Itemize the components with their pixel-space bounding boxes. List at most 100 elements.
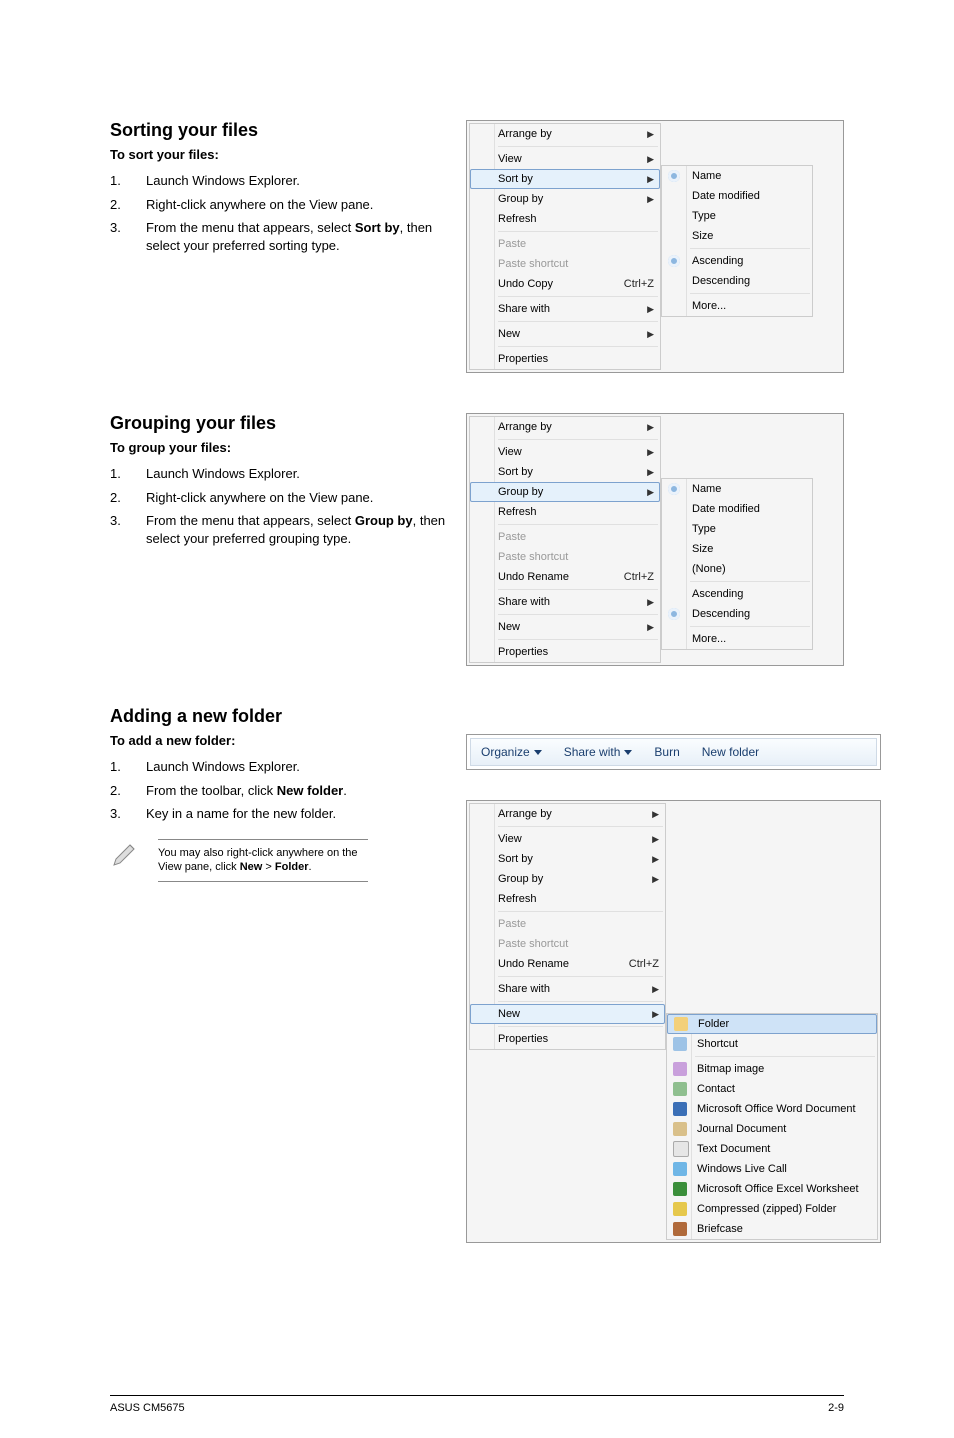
add-folder-section: Adding a new folder To add a new folder:… [110,706,844,1243]
dropdown-icon [534,750,542,755]
live-icon [673,1162,687,1176]
menu-arrange[interactable]: Arrange by▶ [470,417,660,437]
shortcut-icon [673,1037,687,1051]
menu-share[interactable]: Share with▶ [470,979,665,999]
sort-step3: From the menu that appears, select Sort … [146,219,450,254]
journal-icon [673,1122,687,1136]
briefcase-icon [673,1222,687,1236]
menu-share[interactable]: Share with▶ [470,592,660,612]
menu-props[interactable]: Properties [470,642,660,662]
note-block: You may also right-click anywhere on the… [110,839,450,883]
group-type[interactable]: Type [662,519,812,539]
page-footer: ASUS CM5675 2-9 [110,1395,844,1414]
new-bitmap[interactable]: Bitmap image [667,1059,877,1079]
menu-paste-shortcut: Paste shortcut [470,547,660,567]
group-step2: Right-click anywhere on the View pane. [146,489,450,507]
sort-step1: Launch Windows Explorer. [146,172,450,190]
menu-view[interactable]: View▶ [470,829,665,849]
sort-more[interactable]: More... [662,296,812,316]
menu-undo[interactable]: Undo RenameCtrl+Z [470,954,665,974]
sort-type[interactable]: Type [662,206,812,226]
group-desc[interactable]: Descending [662,604,812,624]
group-none[interactable]: (None) [662,559,812,579]
group-size[interactable]: Size [662,539,812,559]
group-sub: To group your files: [110,440,450,455]
group-date[interactable]: Date modified [662,499,812,519]
footer-left: ASUS CM5675 [110,1402,185,1414]
menu-new[interactable]: New▶ [470,1004,665,1024]
sort-name[interactable]: Name [662,166,812,186]
menu-groupby[interactable]: Group by▶ [470,482,660,502]
note-text: You may also right-click anywhere on the… [158,839,368,883]
menu-paste-shortcut: Paste shortcut [470,934,665,954]
menu-sortby[interactable]: Sort by▶ [470,169,660,189]
menu-undo[interactable]: Undo RenameCtrl+Z [470,567,660,587]
menu-props[interactable]: Properties [470,349,660,369]
radio-check-icon [668,255,680,267]
dropdown-icon [624,750,632,755]
sort-menu-screenshot: Arrange by▶ View▶ Sort by▶ Group by▶ Ref… [466,120,844,373]
contact-icon [673,1082,687,1096]
new-zip[interactable]: Compressed (zipped) Folder [667,1199,877,1219]
sort-asc[interactable]: Ascending [662,251,812,271]
menu-sortby[interactable]: Sort by▶ [470,462,660,482]
menu-paste: Paste [470,527,660,547]
group-step3: From the menu that appears, select Group… [146,512,450,547]
menu-undo[interactable]: Undo CopyCtrl+Z [470,274,660,294]
sort-desc[interactable]: Descending [662,271,812,291]
menu-paste: Paste [470,914,665,934]
menu-refresh[interactable]: Refresh [470,889,665,909]
group-more[interactable]: More... [662,629,812,649]
new-folder[interactable]: Folder [667,1014,877,1034]
add-sub: To add a new folder: [110,733,450,748]
menu-refresh[interactable]: Refresh [470,502,660,522]
new-journal[interactable]: Journal Document [667,1119,877,1139]
add-step3: Key in a name for the new folder. [146,805,450,823]
sort-size[interactable]: Size [662,226,812,246]
group-heading: Grouping your files [110,413,450,434]
new-shortcut[interactable]: Shortcut [667,1034,877,1054]
menu-groupby[interactable]: Group by▶ [470,189,660,209]
toolbar-burn[interactable]: Burn [654,745,679,759]
toolbar-share[interactable]: Share with [564,745,633,759]
toolbar-organize[interactable]: Organize [481,745,542,759]
menu-new[interactable]: New▶ [470,324,660,344]
new-excel[interactable]: Microsoft Office Excel Worksheet [667,1179,877,1199]
sorting-section: Sorting your files To sort your files: 1… [110,120,844,373]
menu-sortby[interactable]: Sort by▶ [470,849,665,869]
menu-new[interactable]: New▶ [470,617,660,637]
new-contact[interactable]: Contact [667,1079,877,1099]
new-text[interactable]: Text Document [667,1139,877,1159]
zip-icon [673,1202,687,1216]
sort-date[interactable]: Date modified [662,186,812,206]
text-icon [673,1141,689,1157]
menu-props[interactable]: Properties [470,1029,665,1049]
new-briefcase[interactable]: Briefcase [667,1219,877,1239]
toolbar-newfolder[interactable]: New folder [702,745,759,759]
group-name[interactable]: Name [662,479,812,499]
menu-arrange[interactable]: Arrange by▶ [470,124,660,144]
radio-check-icon [668,170,680,182]
menu-arrange[interactable]: Arrange by▶ [470,804,665,824]
footer-right: 2-9 [828,1402,844,1414]
sort-sub: To sort your files: [110,147,450,162]
menu-groupby[interactable]: Group by▶ [470,869,665,889]
pencil-icon [110,839,140,869]
new-folder-menu-screenshot: Arrange by▶ View▶ Sort by▶ Group by▶ Ref… [466,800,881,1243]
menu-paste: Paste [470,234,660,254]
add-heading: Adding a new folder [110,706,450,727]
explorer-toolbar-screenshot: Organize Share with Burn New folder [466,734,881,770]
menu-refresh[interactable]: Refresh [470,209,660,229]
grouping-section: Grouping your files To group your files:… [110,413,844,666]
menu-share[interactable]: Share with▶ [470,299,660,319]
group-asc[interactable]: Ascending [662,584,812,604]
radio-check-icon [668,608,680,620]
add-step1: Launch Windows Explorer. [146,758,450,776]
menu-view[interactable]: View▶ [470,442,660,462]
new-word[interactable]: Microsoft Office Word Document [667,1099,877,1119]
sort-step2: Right-click anywhere on the View pane. [146,196,450,214]
sort-heading: Sorting your files [110,120,450,141]
menu-view[interactable]: View▶ [470,149,660,169]
new-live[interactable]: Windows Live Call [667,1159,877,1179]
word-icon [673,1102,687,1116]
